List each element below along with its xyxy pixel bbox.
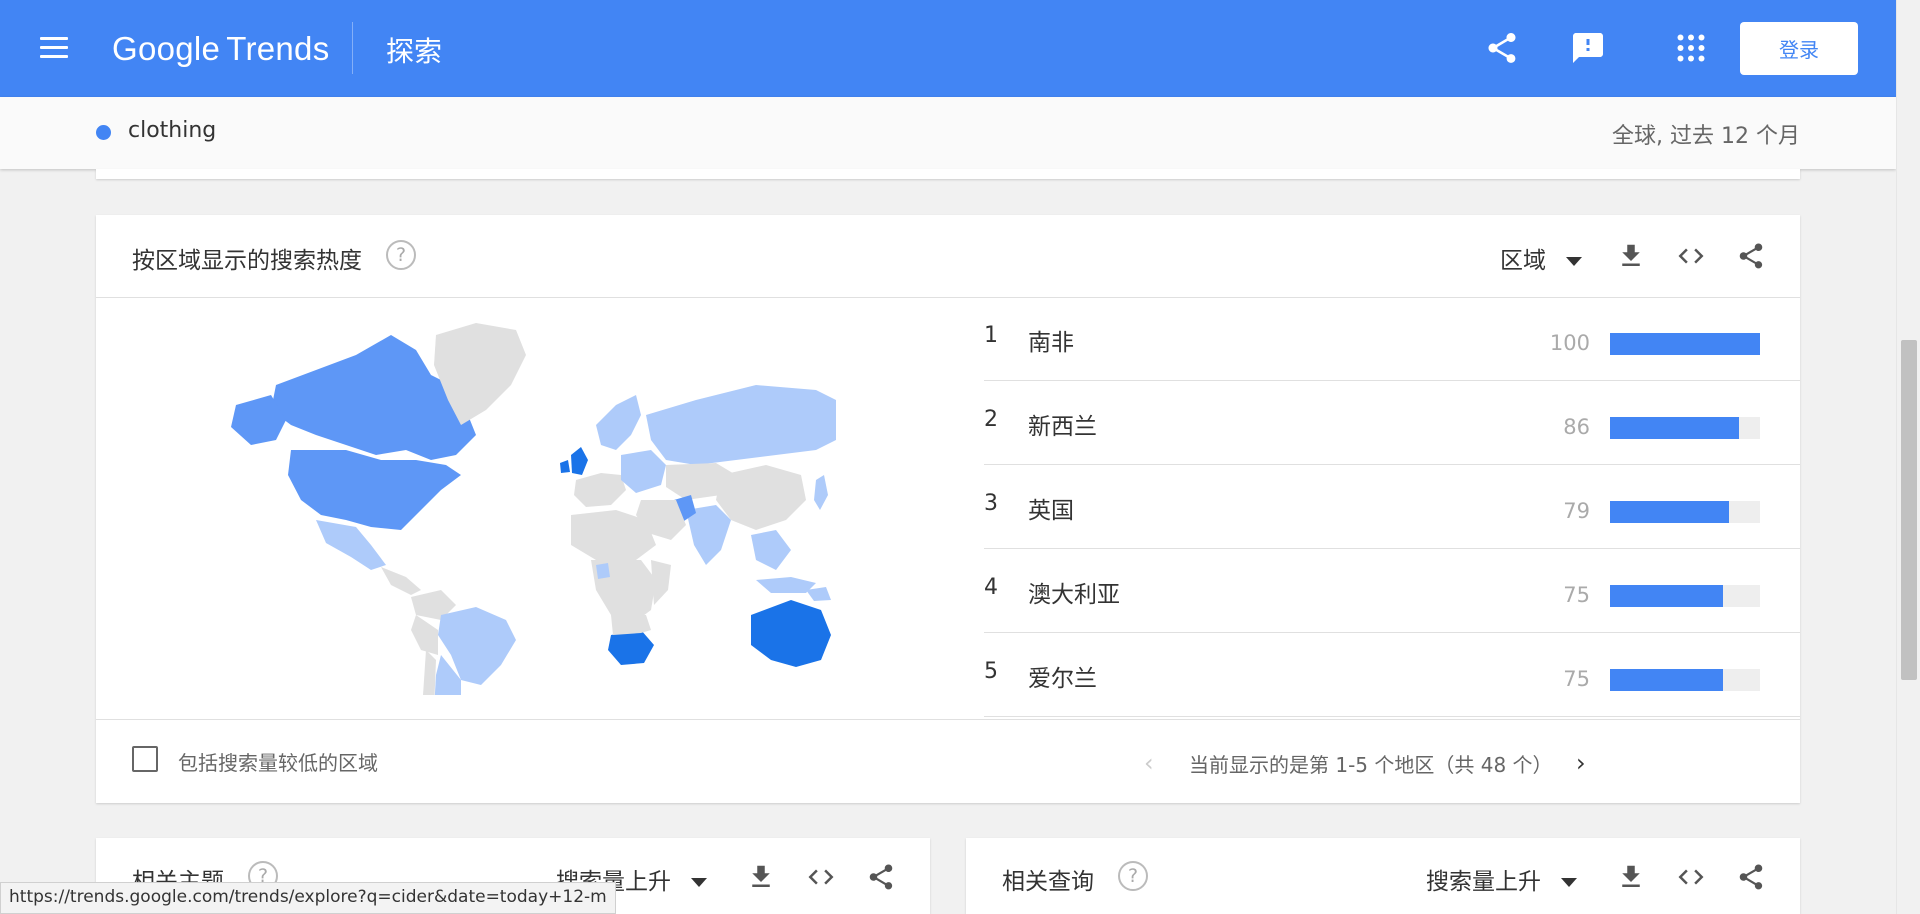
rank-number: 4: [984, 575, 998, 600]
dropdown-value: 搜索量上升: [1426, 869, 1541, 895]
top-app-bar: Google Trends 探索 登录: [0, 0, 1896, 97]
map-region-nigeria: [596, 563, 610, 579]
map-region-japan: [814, 475, 828, 510]
map-region-eastern-europe: [621, 450, 666, 493]
region-name: 澳大利亚: [1028, 582, 1120, 608]
list-item[interactable]: 2 新西兰 86: [984, 381, 1800, 465]
download-icon[interactable]: [746, 862, 776, 892]
login-button[interactable]: 登录: [1740, 22, 1858, 75]
caret-down-icon: [1561, 878, 1577, 887]
interest-bar-fill: [1610, 669, 1723, 691]
map-region-russia: [646, 385, 836, 465]
page-title: 探索: [386, 35, 443, 68]
interest-bar-fill: [1610, 585, 1723, 607]
rank-number: 1: [984, 323, 998, 348]
map-region-western-europe: [574, 473, 626, 507]
map-region-australia: [751, 600, 831, 667]
dropdown-value: 区域: [1500, 248, 1546, 274]
share-icon[interactable]: [1736, 862, 1766, 892]
search-term-bar: clothing 全球, 过去 12 个月: [0, 97, 1896, 169]
rank-number: 3: [984, 491, 998, 516]
pager-next-icon[interactable]: ›: [1576, 749, 1586, 777]
region-name: 爱尔兰: [1028, 666, 1097, 692]
map-region-east-africa: [651, 560, 671, 605]
help-icon[interactable]: ?: [1118, 861, 1148, 891]
region-name: 英国: [1028, 498, 1074, 524]
menu-icon[interactable]: [40, 37, 68, 61]
world-choropleth-map[interactable]: [216, 315, 836, 695]
list-item[interactable]: 1 南非 100: [984, 297, 1800, 381]
share-icon[interactable]: [1484, 30, 1520, 66]
list-item[interactable]: 5 爱尔兰 75: [984, 633, 1800, 717]
divider: [96, 719, 1800, 720]
region-ranking-list: 1 南非 100 2 新西兰 86 3 英国 79 4 澳大利亚 75 5 爱尔…: [984, 297, 1800, 717]
page-scrollbar[interactable]: [1896, 0, 1920, 914]
term-scope[interactable]: 全球, 过去 12 个月: [1612, 118, 1800, 150]
interest-value: 75: [1563, 667, 1590, 691]
help-icon[interactable]: ?: [386, 240, 416, 270]
map-region-central-america: [381, 567, 421, 595]
interest-bar: [1610, 669, 1760, 691]
interest-bar-fill: [1610, 333, 1760, 355]
google-trends-logo[interactable]: Google Trends: [112, 30, 330, 68]
map-region-usa: [288, 450, 461, 530]
rank-number: 5: [984, 659, 998, 684]
scrollbar-thumb[interactable]: [1901, 340, 1917, 680]
map-region-southern-africa: [611, 615, 651, 635]
embed-code-icon[interactable]: [1676, 862, 1706, 892]
low-volume-checkbox[interactable]: [132, 746, 158, 772]
card-title: 按区域显示的搜索热度: [132, 248, 362, 274]
logo-google: Google: [112, 30, 221, 67]
share-icon[interactable]: [1736, 241, 1766, 271]
pager-status: 当前显示的是第 1-5 个地区（共 48 个）: [1189, 753, 1553, 777]
map-region-peru: [411, 615, 438, 655]
search-term[interactable]: clothing: [128, 118, 216, 143]
status-bar-url: https://trends.google.com/trends/explore…: [0, 882, 616, 914]
interest-bar: [1610, 417, 1760, 439]
region-name: 新西兰: [1028, 414, 1097, 440]
previous-card-edge: [96, 169, 1800, 179]
apps-icon[interactable]: [1673, 30, 1709, 66]
map-region-uk: [571, 447, 588, 475]
embed-code-icon[interactable]: [806, 862, 836, 892]
logo-trends: Trends: [226, 30, 330, 67]
region-name: 南非: [1028, 330, 1074, 356]
interest-value: 75: [1563, 583, 1590, 607]
list-item[interactable]: 4 澳大利亚 75: [984, 549, 1800, 633]
interest-value: 100: [1549, 331, 1590, 355]
term-color-dot: [96, 125, 111, 140]
map-region-scandinavia: [596, 395, 641, 450]
map-region-south-africa: [608, 630, 654, 665]
map-region-ireland: [560, 460, 570, 473]
header-divider: [352, 22, 353, 74]
interest-bar-fill: [1610, 501, 1729, 523]
region-interest-card: 按区域显示的搜索热度 ? 区域 1 南非 100 2 新西兰 86 3 英国 7…: [96, 215, 1800, 803]
card-title: 相关查询: [1002, 869, 1094, 895]
related-queries-card: 相关查询 ? 搜索量上升: [966, 838, 1800, 914]
embed-code-icon[interactable]: [1676, 241, 1706, 271]
interest-bar: [1610, 501, 1760, 523]
related-queries-dropdown[interactable]: 搜索量上升: [1426, 862, 1577, 896]
map-region-mexico: [316, 520, 386, 570]
caret-down-icon: [1566, 257, 1582, 266]
interest-bar-fill: [1610, 417, 1739, 439]
interest-bar: [1610, 585, 1760, 607]
share-icon[interactable]: [866, 862, 896, 892]
download-icon[interactable]: [1616, 862, 1646, 892]
caret-down-icon: [691, 878, 707, 887]
checkbox-label[interactable]: 包括搜索量较低的区域: [178, 747, 378, 776]
download-icon[interactable]: [1616, 241, 1646, 271]
map-region-southeast-asia: [751, 530, 791, 570]
pager-prev-icon[interactable]: ‹: [1144, 749, 1154, 777]
interest-bar: [1610, 333, 1760, 355]
feedback-icon[interactable]: [1570, 30, 1606, 66]
rank-number: 2: [984, 407, 998, 432]
interest-value: 79: [1563, 499, 1590, 523]
list-item[interactable]: 3 英国 79: [984, 465, 1800, 549]
interest-value: 86: [1563, 415, 1590, 439]
resolution-dropdown[interactable]: 区域: [1500, 241, 1582, 275]
